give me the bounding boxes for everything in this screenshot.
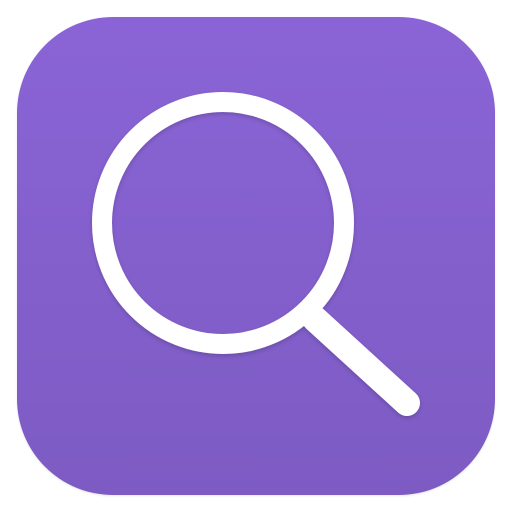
magnifier-lens	[92, 92, 354, 354]
search-icon	[92, 92, 420, 416]
app-icon-canvas	[0, 0, 512, 512]
magnifier-handle	[302, 306, 420, 416]
